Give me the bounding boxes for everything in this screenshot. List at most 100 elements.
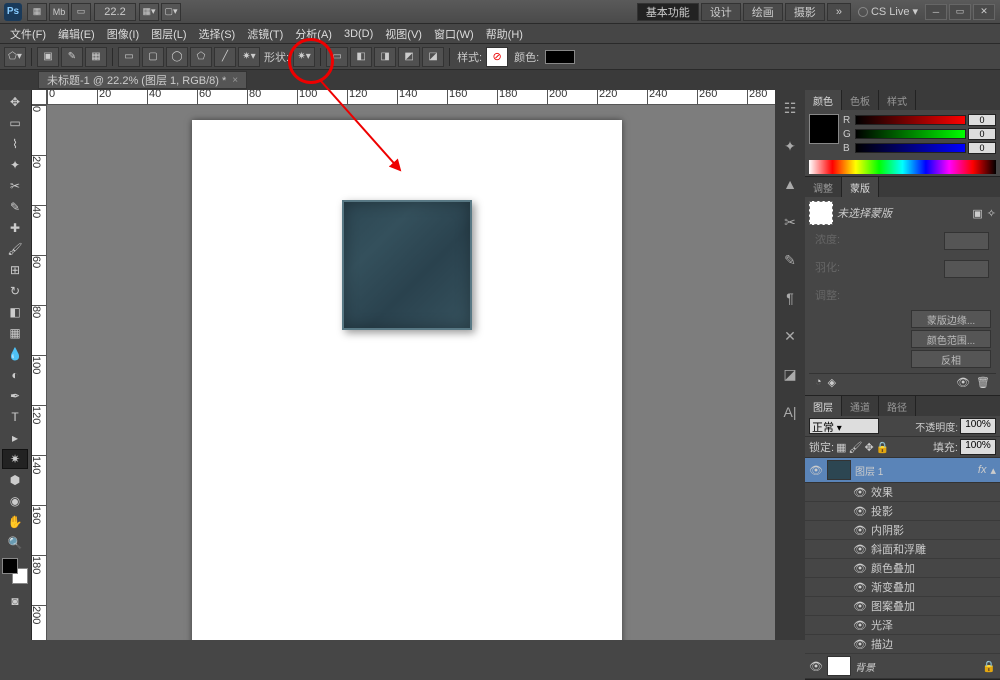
- menu-file[interactable]: 文件(F): [4, 26, 52, 42]
- ellipse-tool-icon[interactable]: ◯: [166, 47, 188, 67]
- menu-view[interactable]: 视图(V): [379, 26, 428, 42]
- launch-bridge-button[interactable]: ▦: [27, 3, 47, 21]
- menu-3d[interactable]: 3D(D): [338, 28, 379, 40]
- character-panel-icon[interactable]: A|: [780, 402, 800, 422]
- eraser-tool[interactable]: ◧: [2, 302, 28, 322]
- r-slider[interactable]: [855, 115, 966, 125]
- zoom-level[interactable]: 22.2: [94, 3, 136, 21]
- pen-tool[interactable]: ✒: [2, 386, 28, 406]
- document-tab[interactable]: 未标题-1 @ 22.2% (图层 1, RGB/8) *×: [38, 71, 247, 89]
- invert-button[interactable]: 反相: [911, 350, 991, 368]
- cslive-button[interactable]: CS Live▾: [852, 5, 924, 18]
- channels-tab[interactable]: 通道: [842, 396, 879, 416]
- marquee-tool[interactable]: ▭: [2, 113, 28, 133]
- visibility-icon[interactable]: 👁: [809, 660, 823, 673]
- paths-button[interactable]: ✎: [61, 47, 83, 67]
- custom-shape-tool-icon[interactable]: ✷▾: [238, 47, 260, 67]
- canvas[interactable]: [192, 120, 622, 640]
- menu-select[interactable]: 选择(S): [193, 26, 242, 42]
- tool-preset-picker[interactable]: ⬠▾: [4, 47, 26, 67]
- opacity-input[interactable]: 100%: [960, 418, 996, 434]
- menu-analysis[interactable]: 分析(A): [289, 26, 338, 42]
- workspace-essentials[interactable]: 基本功能: [637, 3, 699, 21]
- shape-picker[interactable]: ✷▾: [293, 47, 315, 67]
- fill-input[interactable]: 100%: [960, 439, 996, 455]
- r-value[interactable]: 0: [968, 114, 996, 126]
- foreground-color[interactable]: [809, 114, 839, 144]
- path-combine-intersect[interactable]: ◩: [398, 47, 420, 67]
- dodge-tool[interactable]: ◐: [2, 365, 28, 385]
- menu-edit[interactable]: 编辑(E): [52, 26, 101, 42]
- quick-select-tool[interactable]: ✦: [2, 155, 28, 175]
- maximize-button[interactable]: ▭: [949, 4, 971, 20]
- fx-stroke[interactable]: 👁描边: [805, 635, 1000, 654]
- swatches-tab[interactable]: 色板: [842, 90, 879, 110]
- path-combine-add[interactable]: ◧: [350, 47, 372, 67]
- vector-mask-icon[interactable]: ✧: [987, 207, 996, 220]
- color-swatch[interactable]: [545, 50, 575, 64]
- b-value[interactable]: 0: [968, 142, 996, 154]
- background-layer[interactable]: 👁 背景 🔒: [805, 654, 1000, 679]
- delete-mask-icon[interactable]: 🗑: [976, 376, 990, 389]
- move-tool[interactable]: ✥: [2, 92, 28, 112]
- menu-help[interactable]: 帮助(H): [480, 26, 529, 42]
- paths-tab[interactable]: 路径: [879, 396, 916, 416]
- g-value[interactable]: 0: [968, 128, 996, 140]
- rect-tool-icon[interactable]: ▭: [118, 47, 140, 67]
- visibility-icon[interactable]: 👁: [809, 464, 823, 477]
- fill-pixels-button[interactable]: ▦: [85, 47, 107, 67]
- menu-window[interactable]: 窗口(W): [428, 26, 480, 42]
- lock-position-icon[interactable]: ✥: [864, 441, 873, 454]
- healing-tool[interactable]: ✚: [2, 218, 28, 238]
- workspace-photography[interactable]: 摄影: [785, 3, 825, 21]
- fx-color-overlay[interactable]: 👁颜色叠加: [805, 559, 1000, 578]
- workspace-design[interactable]: 设计: [701, 3, 741, 21]
- custom-shape-tool[interactable]: ✷: [2, 449, 28, 469]
- g-slider[interactable]: [855, 129, 966, 139]
- path-combine-exclude[interactable]: ◪: [422, 47, 444, 67]
- fx-inner-shadow[interactable]: 👁内阴影: [805, 521, 1000, 540]
- fx-pattern-overlay[interactable]: 👁图案叠加: [805, 597, 1000, 616]
- shape-square[interactable]: [342, 200, 472, 330]
- zoom-tool[interactable]: 🔍: [2, 533, 28, 553]
- masks-tab[interactable]: 蒙版: [842, 177, 879, 197]
- brush-tool[interactable]: 🖌: [2, 239, 28, 259]
- close-tab-icon[interactable]: ×: [232, 75, 238, 86]
- paragraph-panel-icon[interactable]: ¶: [780, 288, 800, 308]
- menu-layer[interactable]: 图层(L): [145, 26, 192, 42]
- tool-presets-panel-icon[interactable]: ✕: [780, 326, 800, 346]
- b-slider[interactable]: [855, 143, 966, 153]
- adjustments-tab[interactable]: 调整: [805, 177, 842, 197]
- menu-image[interactable]: 图像(I): [101, 26, 145, 42]
- fx-bevel[interactable]: 👁斜面和浮雕: [805, 540, 1000, 559]
- mini-bridge-button[interactable]: Mb: [49, 3, 69, 21]
- path-combine-subtract[interactable]: ◨: [374, 47, 396, 67]
- load-mask-icon[interactable]: ◔: [815, 376, 822, 389]
- lasso-tool[interactable]: ⌇: [2, 134, 28, 154]
- fx-badge[interactable]: fx: [978, 464, 987, 476]
- pixel-mask-icon[interactable]: ▣: [972, 207, 982, 220]
- screen-mode-button[interactable]: ▭: [71, 3, 91, 21]
- lock-image-icon[interactable]: 🖌: [848, 441, 862, 454]
- workspace-painting[interactable]: 绘画: [743, 3, 783, 21]
- actions-panel-icon[interactable]: ✂: [780, 212, 800, 232]
- layers-dock-icon[interactable]: ◪: [780, 364, 800, 384]
- hand-tool[interactable]: ✋: [2, 512, 28, 532]
- 3d-camera-tool[interactable]: ◉: [2, 491, 28, 511]
- crop-tool[interactable]: ✂: [2, 176, 28, 196]
- layer-thumbnail[interactable]: [827, 656, 851, 676]
- brush-panel-icon[interactable]: ✎: [780, 250, 800, 270]
- color-spectrum[interactable]: [809, 160, 996, 174]
- ruler-vertical[interactable]: 0204060801001201401601802002202402602803…: [32, 105, 47, 640]
- blur-tool[interactable]: 💧: [2, 344, 28, 364]
- disable-mask-icon[interactable]: 👁: [956, 376, 970, 389]
- style-picker[interactable]: ⊘: [486, 47, 508, 67]
- quick-mask-button[interactable]: ◙: [2, 591, 28, 611]
- layer-1[interactable]: 👁 图层 1 fx ▴: [805, 458, 1000, 483]
- ruler-origin[interactable]: [32, 90, 47, 105]
- layers-tab[interactable]: 图层: [805, 396, 842, 416]
- layer-thumbnail[interactable]: [827, 460, 851, 480]
- color-range-button[interactable]: 颜色范围...: [911, 330, 991, 348]
- type-tool[interactable]: T: [2, 407, 28, 427]
- minimize-button[interactable]: ─: [925, 4, 947, 20]
